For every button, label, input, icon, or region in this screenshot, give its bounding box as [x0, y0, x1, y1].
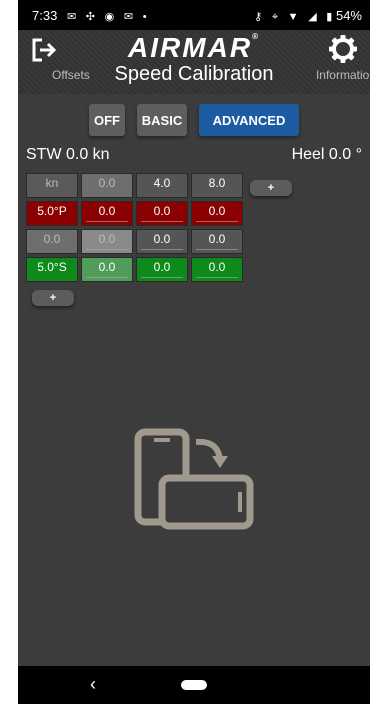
mail-icon-2: ✉	[123, 11, 134, 23]
table-cell[interactable]: 0.0	[136, 229, 188, 254]
table-cell[interactable]: 0.0	[136, 257, 188, 282]
heel-row-header-zero[interactable]: 0.0	[26, 229, 78, 254]
mail-icon: ✉	[66, 11, 77, 23]
table-cell[interactable]: 0.0	[81, 257, 133, 282]
mode-off-button[interactable]: OFF	[89, 104, 125, 136]
key-icon: ⚷	[254, 11, 263, 23]
speed-column-header[interactable]: 8.0	[191, 173, 243, 198]
speed-column-header[interactable]: 4.0	[136, 173, 188, 198]
brand-logo: AIRMAR®	[128, 32, 260, 63]
table-cell[interactable]: 0.0	[191, 201, 243, 226]
location-icon: ⌖	[271, 11, 279, 23]
nav-information-link[interactable]: Information	[316, 68, 370, 82]
sync-icon: ✣	[85, 11, 95, 23]
signal-icon: ◢	[308, 11, 317, 23]
table-cell[interactable]: 0.0	[191, 229, 243, 254]
rotate-device-icon	[134, 428, 254, 530]
phone-screen: 7:33 ✉ ✣ ◉ ✉ • ⚷ ⌖ ▼ ◢ ▮ 54% AIRMAR® Off…	[18, 0, 370, 704]
add-column-button[interactable]: +	[250, 180, 292, 196]
stw-readout: STW 0.0 kn	[26, 146, 110, 163]
battery-level: 54%	[335, 8, 362, 23]
back-icon[interactable]: ‹	[90, 674, 96, 695]
home-icon[interactable]	[181, 680, 207, 690]
heel-row-header-port[interactable]: 5.0°P	[26, 201, 78, 226]
battery-icon: ▮	[326, 11, 333, 23]
dot-icon: •	[142, 11, 147, 23]
clock: 7:33	[32, 8, 58, 23]
mode-selector: OFF BASIC ADVANCED	[18, 104, 370, 136]
messenger-icon: ◉	[104, 11, 115, 23]
mode-advanced-button[interactable]: ADVANCED	[199, 104, 299, 136]
gear-icon[interactable]	[328, 34, 358, 64]
wifi-icon: ▼	[287, 11, 299, 23]
android-nav-bar: ‹	[18, 666, 370, 704]
table-cell[interactable]: 0.0	[81, 201, 133, 226]
heel-row-header-starboard[interactable]: 5.0°S	[26, 257, 78, 282]
add-row-button[interactable]: +	[32, 290, 74, 306]
status-bar: 7:33 ✉ ✣ ◉ ✉ • ⚷ ⌖ ▼ ◢ ▮ 54%	[18, 0, 370, 30]
speed-column-header[interactable]: 0.0	[81, 173, 133, 198]
table-cell[interactable]: 0.0	[191, 257, 243, 282]
table-cell[interactable]: 0.0	[136, 201, 188, 226]
app-header: AIRMAR® Offsets Speed Calibration Inform…	[18, 30, 370, 94]
heel-readout: Heel 0.0 °	[291, 146, 362, 163]
exit-icon[interactable]	[30, 36, 58, 64]
mode-basic-button[interactable]: BASIC	[137, 104, 187, 136]
table-corner-unit: kn	[26, 173, 78, 198]
table-cell[interactable]: 0.0	[81, 229, 133, 254]
